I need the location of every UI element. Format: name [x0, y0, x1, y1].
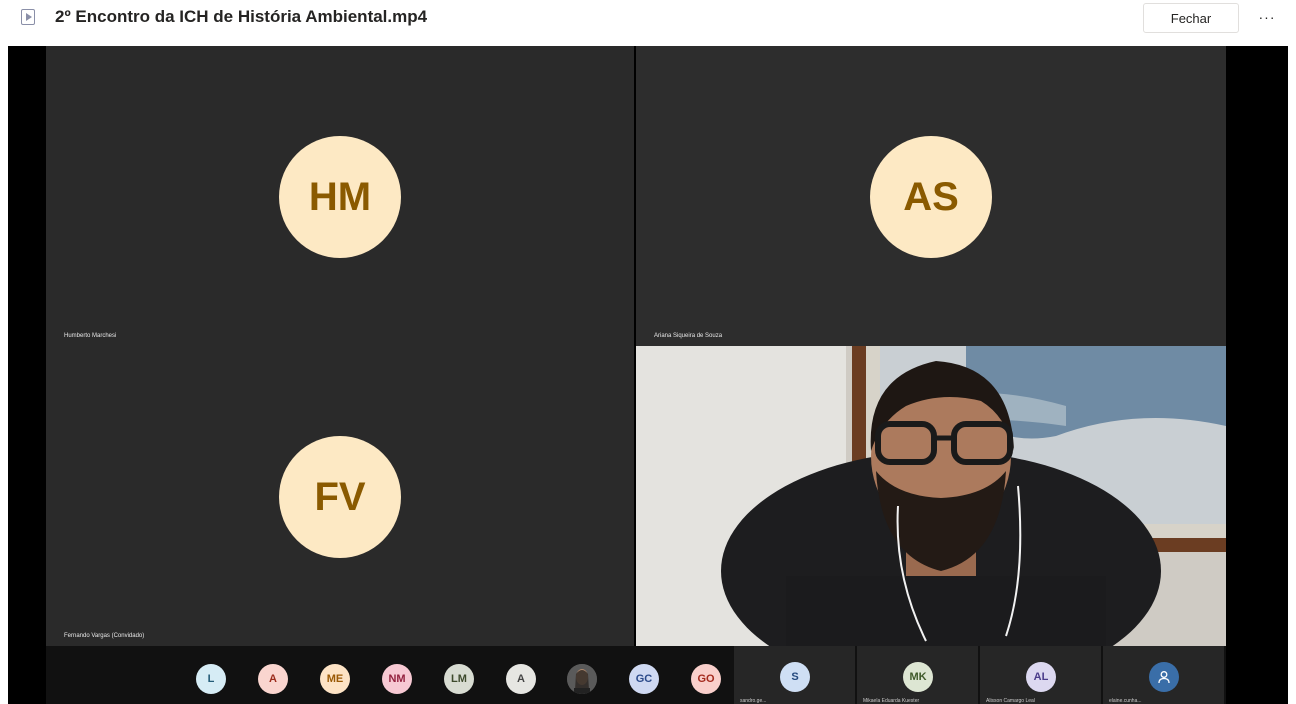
participant-avatar: S	[780, 662, 810, 692]
participant-avatar[interactable]: A	[506, 664, 536, 694]
participant-avatar[interactable]: LM	[444, 664, 474, 694]
participant-tile: AS Ariana Siqueira de Souza	[636, 46, 1226, 346]
participant-avatar: AS	[870, 136, 992, 258]
participant-avatar[interactable]: A	[258, 664, 288, 694]
participant-mini-tile[interactable]: elaine.cunha...	[1103, 646, 1224, 704]
participant-strip: L A ME NM LM A GC GO S sandro.ge... MK M…	[46, 646, 1226, 704]
person-icon	[1149, 662, 1179, 692]
participant-avatar: AL	[1026, 662, 1056, 692]
speaker-video-image	[636, 346, 1226, 646]
participant-avatar[interactable]: L	[196, 664, 226, 694]
participant-avatar[interactable]: GO	[691, 664, 721, 694]
video-file-icon	[21, 9, 35, 25]
participant-name: Humberto Marchesi	[64, 333, 117, 339]
participant-avatar: MK	[903, 662, 933, 692]
participant-name: Alisson Camargo Leal	[986, 698, 1035, 704]
participant-avatar[interactable]: ME	[320, 664, 350, 694]
participant-avatar: HM	[279, 136, 401, 258]
participant-mini-tile[interactable]: AL Alisson Camargo Leal	[980, 646, 1101, 704]
video-player[interactable]: HM Humberto Marchesi AS Ariana Siqueira …	[8, 46, 1288, 704]
title-bar: 2º Encontro da ICH de História Ambiental…	[0, 0, 1296, 46]
participant-mini-tile[interactable]: MK Mikaela Eduarda Kuester	[857, 646, 978, 704]
participant-avatar: FV	[279, 436, 401, 558]
person-photo-icon	[567, 664, 597, 694]
participant-avatar-row: L A ME NM LM A GC GO	[46, 646, 734, 704]
participant-mini-tiles: S sandro.ge... MK Mikaela Eduarda Kueste…	[734, 646, 1226, 704]
participant-avatar[interactable]: NM	[382, 664, 412, 694]
more-options-icon[interactable]: ···	[1252, 2, 1282, 32]
participant-video-feed	[636, 346, 1226, 646]
participant-mini-tile[interactable]: S sandro.ge...	[734, 646, 855, 704]
participant-tile: FV Fernando Vargas (Convidado)	[46, 346, 634, 646]
participant-name: Mikaela Eduarda Kuester	[863, 698, 920, 704]
participant-name: Fernando Vargas (Convidado)	[64, 633, 145, 639]
participant-name: elaine.cunha...	[1109, 698, 1142, 704]
close-button[interactable]: Fechar	[1143, 3, 1239, 33]
participant-avatar[interactable]: GC	[629, 664, 659, 694]
participant-tile: HM Humberto Marchesi	[46, 46, 634, 346]
video-title: 2º Encontro da ICH de História Ambiental…	[55, 7, 428, 26]
participant-name: Ariana Siqueira de Souza	[654, 333, 723, 339]
participant-name: sandro.ge...	[740, 698, 767, 704]
participant-photo-avatar[interactable]	[567, 664, 597, 694]
